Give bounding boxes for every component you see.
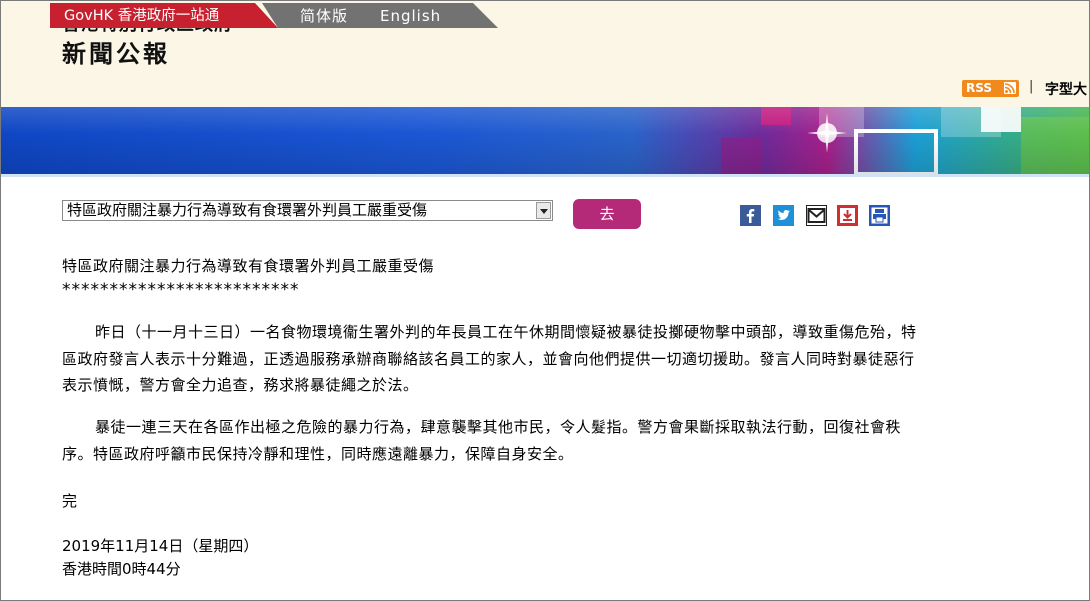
- rss-icon: [1004, 82, 1016, 94]
- go-button[interactable]: 去: [573, 199, 641, 229]
- twitter-icon[interactable]: [773, 205, 794, 226]
- article-paragraph: 暴徒一連三天在各區作出極之危險的暴力行為，肆意襲擊其他市民，令人髮指。警方會果斷…: [62, 418, 902, 463]
- english-link[interactable]: English: [380, 3, 441, 28]
- nav-separator: |: [1029, 79, 1034, 94]
- govhk-link[interactable]: GovHK 香港政府一站通: [50, 3, 278, 28]
- nav-bar: [1, 79, 1089, 107]
- facebook-icon[interactable]: [740, 205, 761, 226]
- article-select[interactable]: 特區政府關注暴力行為導致有食環署外判員工嚴重受傷: [62, 200, 553, 221]
- print-icon[interactable]: [869, 205, 890, 226]
- headline-divider: *************************: [62, 280, 300, 300]
- banner-divider: [1, 174, 1089, 177]
- font-size-link[interactable]: 字型大: [1045, 79, 1087, 99]
- rss-label: RSS: [966, 81, 992, 95]
- mail-icon[interactable]: [806, 205, 827, 226]
- publish-time: 香港時間0時44分: [62, 560, 181, 578]
- article-headline: 特區政府關注暴力行為導致有食環署外判員工嚴重受傷: [62, 257, 435, 275]
- publish-date: 2019年11月14日（星期四）: [62, 537, 259, 555]
- simplified-chinese-link[interactable]: 简体版: [300, 3, 348, 28]
- rss-button[interactable]: RSS: [962, 80, 1019, 97]
- language-nav: 简体版 English: [262, 3, 498, 28]
- banner-image: [1, 107, 1089, 174]
- chevron-down-icon[interactable]: [536, 202, 551, 219]
- page-title[interactable]: 新聞公報: [62, 34, 170, 69]
- article-select-value: 特區政府關注暴力行為導致有食環署外判員工嚴重受傷: [67, 201, 428, 219]
- article-paragraph: 昨日（十一月十三日）一名食物環境衞生署外判的年長員工在午休期間懷疑被暴徒投擲硬物…: [62, 323, 917, 394]
- article-end-mark: 完: [62, 492, 78, 510]
- banner-shine: [1, 107, 1089, 174]
- download-icon[interactable]: [837, 205, 858, 226]
